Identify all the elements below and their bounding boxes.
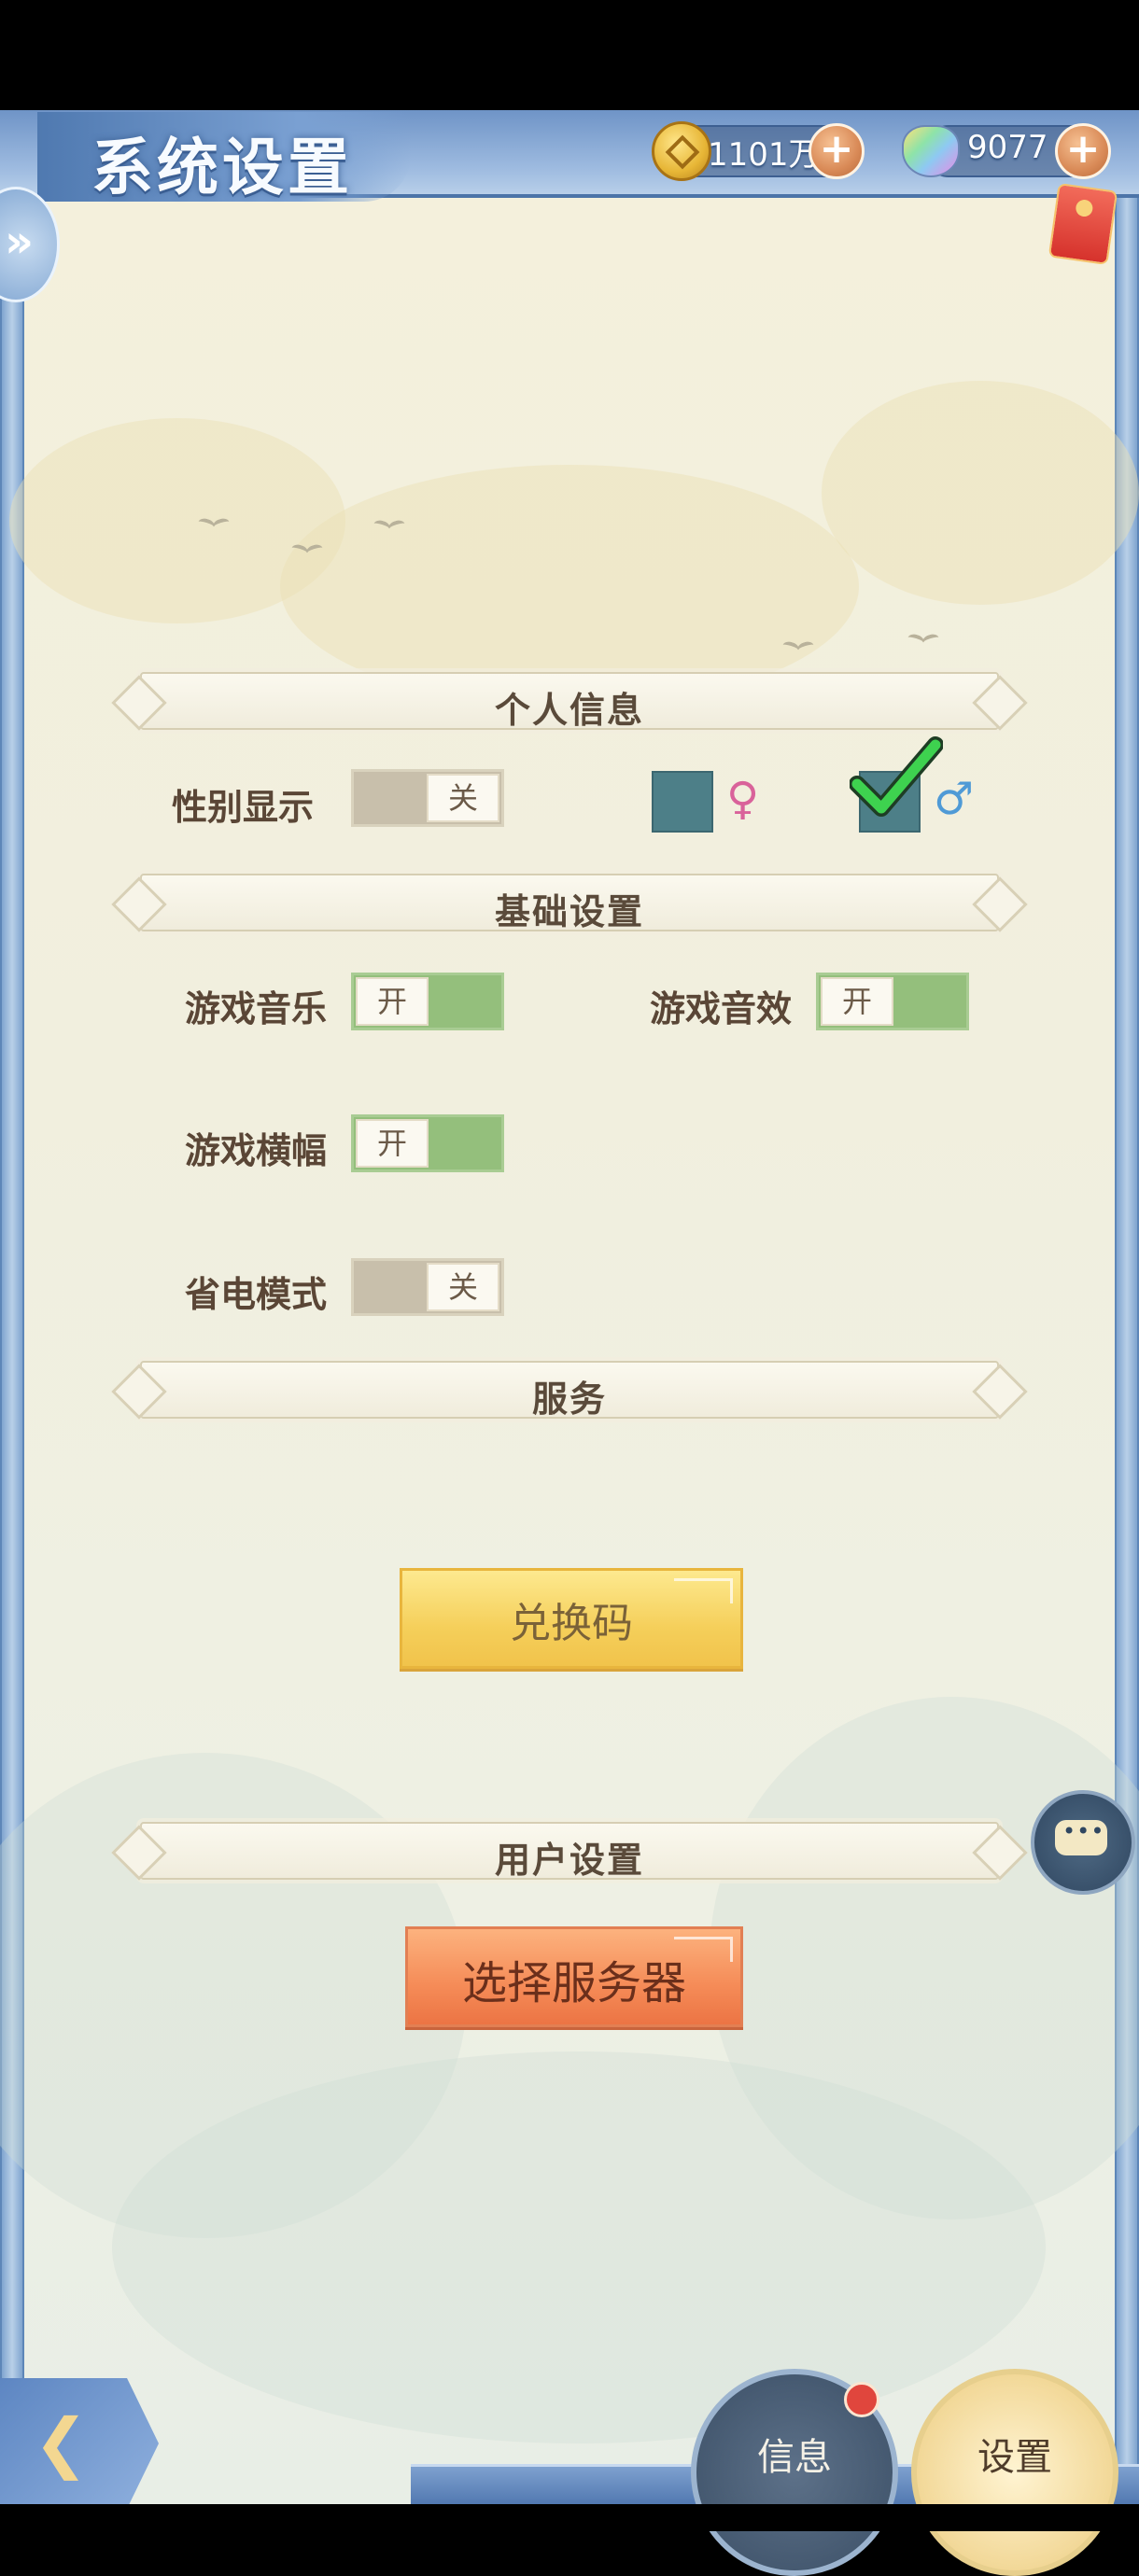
mountain-mist (112, 2051, 1046, 2443)
add-gems-button[interactable]: + (1055, 123, 1111, 179)
checkmark-icon (850, 736, 943, 817)
chat-bubble-icon (1055, 1818, 1107, 1855)
power-saving-label: 省电模式 (185, 1274, 328, 1315)
toggle-state: 开 (356, 977, 429, 1026)
toggle-state: 开 (821, 977, 893, 1026)
coin-icon (652, 121, 711, 181)
bird-decoration (198, 519, 230, 532)
male-symbol-icon: ♂ (934, 773, 975, 825)
toggle-state: 开 (356, 1119, 429, 1168)
bird-decoration (907, 635, 939, 648)
coin-amount: 1101万 (708, 136, 821, 174)
redeem-code-button[interactable]: 兑换码 (400, 1568, 743, 1669)
section-title: 基础设置 (494, 890, 644, 932)
section-title: 服务 (531, 1378, 607, 1420)
section-service: 服务 (140, 1361, 999, 1420)
select-server-button[interactable]: 选择服务器 (405, 1926, 743, 2027)
chat-button[interactable] (1031, 1790, 1135, 1895)
bird-decoration (782, 642, 814, 655)
power-saving-toggle[interactable]: 关 (351, 1258, 504, 1316)
game-banner-toggle[interactable]: 开 (351, 1114, 504, 1172)
section-user-settings: 用户设置 (140, 1822, 999, 1881)
page-title: 系统设置 (91, 131, 353, 203)
back-arrow-icon: ❮ (34, 2404, 89, 2481)
gender-display-label: 性别显示 (172, 787, 315, 828)
redeem-code-label: 兑换码 (510, 1600, 633, 1647)
notification-dot (844, 2382, 879, 2417)
toggle-state: 关 (427, 1263, 499, 1311)
male-checkbox[interactable] (850, 736, 943, 833)
game-music-label: 游戏音乐 (185, 988, 328, 1029)
screen-bottom-edge (0, 2504, 1139, 2531)
tab-settings-label: 设置 (977, 2436, 1052, 2479)
section-title: 用户设置 (494, 1839, 644, 1881)
tab-info-label: 信息 (757, 2436, 832, 2479)
add-coins-button[interactable]: + (809, 123, 865, 179)
game-sound-label: 游戏音效 (650, 988, 793, 1029)
section-basic-settings: 基础设置 (140, 874, 999, 932)
section-personal-info: 个人信息 (140, 672, 999, 731)
section-title: 个人信息 (494, 689, 644, 731)
gem-amount: 9077 (967, 129, 1048, 166)
game-banner-label: 游戏横幅 (185, 1130, 328, 1171)
tab-settings[interactable]: 设置 (911, 2369, 1118, 2576)
bird-decoration (291, 545, 323, 558)
game-music-toggle[interactable]: 开 (351, 973, 504, 1030)
bird-decoration (373, 521, 405, 534)
cloud-decoration (822, 381, 1139, 605)
gender-display-toggle[interactable]: 关 (351, 769, 504, 827)
game-sound-toggle[interactable]: 开 (816, 973, 969, 1030)
red-packet-icon[interactable] (1048, 182, 1118, 266)
double-chevron-right-icon: » (5, 216, 35, 268)
female-checkbox[interactable] (652, 771, 713, 833)
cloud-decoration (280, 465, 859, 707)
gem-icon (902, 125, 960, 177)
back-button[interactable]: ❮ (0, 2378, 159, 2509)
female-symbol-icon: ♀ (726, 773, 760, 825)
toggle-state: 关 (427, 774, 499, 822)
settings-panel (0, 110, 1139, 2504)
select-server-label: 选择服务器 (461, 1957, 686, 2009)
